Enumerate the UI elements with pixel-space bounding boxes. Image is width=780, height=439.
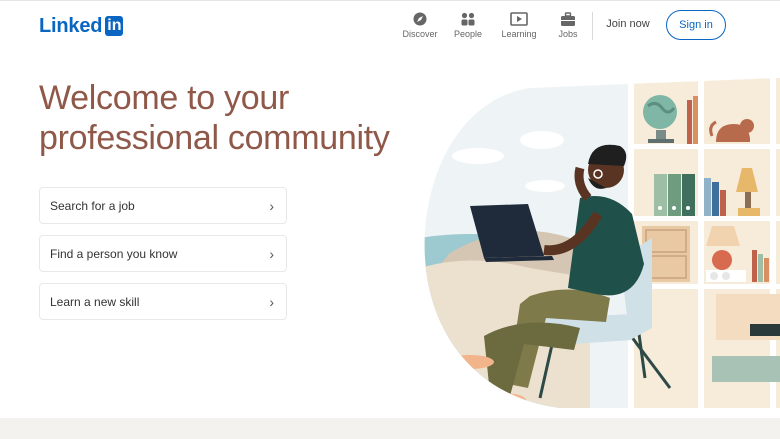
nav-discover-label: Discover <box>402 29 438 39</box>
chevron-right-icon: › <box>269 197 274 214</box>
nav-jobs[interactable]: Jobs <box>546 10 590 39</box>
video-icon <box>492 10 546 28</box>
logo-wordmark: Linked <box>39 15 103 37</box>
sign-in-button[interactable]: Sign in <box>666 10 726 40</box>
nav-people-label: People <box>453 29 483 39</box>
option-label: Find a person you know <box>50 246 178 261</box>
nav-divider <box>592 12 593 40</box>
nav-learning-label: Learning <box>501 29 537 39</box>
linkedin-logo[interactable]: Linked in <box>39 14 124 38</box>
chevron-right-icon: › <box>269 245 274 262</box>
search-job-option[interactable]: Search for a job › <box>39 187 287 224</box>
learn-skill-option[interactable]: Learn a new skill › <box>39 283 287 320</box>
nav-discover[interactable]: Discover <box>396 10 444 39</box>
option-label: Search for a job <box>50 198 135 213</box>
people-icon <box>444 10 492 28</box>
hero-illustration <box>420 78 780 408</box>
join-now-link[interactable]: Join now <box>604 18 652 30</box>
top-nav: Discover People Learning Jobs <box>396 10 590 39</box>
option-label: Learn a new skill <box>50 294 140 309</box>
logo-in-box: in <box>105 16 124 36</box>
page-title: Welcome to your professional community <box>39 79 390 157</box>
compass-icon <box>396 10 444 28</box>
nav-learning[interactable]: Learning <box>492 10 546 39</box>
chevron-right-icon: › <box>269 293 274 310</box>
footer-band <box>0 418 780 439</box>
top-border <box>0 0 780 1</box>
find-person-option[interactable]: Find a person you know › <box>39 235 287 272</box>
nav-people[interactable]: People <box>444 10 492 39</box>
nav-jobs-label: Jobs <box>558 29 578 39</box>
briefcase-icon <box>546 10 590 28</box>
